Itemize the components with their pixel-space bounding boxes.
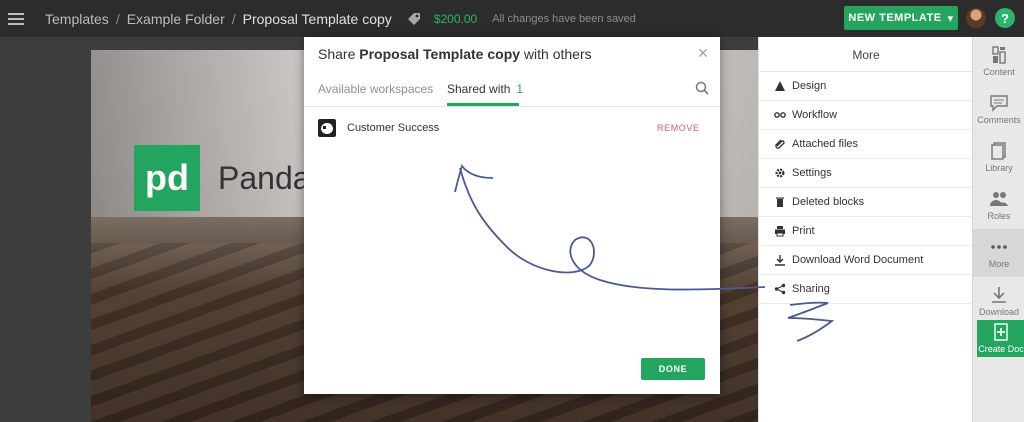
menu-item-deleted-blocks[interactable]: Deleted blocks — [759, 188, 973, 217]
download-icon — [992, 286, 1006, 303]
shared-count-badge: 1 — [516, 82, 524, 96]
breadcrumb-separator: / — [231, 10, 236, 27]
menu-item-label: Download Word Document — [792, 254, 924, 266]
content-icon — [992, 45, 1006, 64]
hamburger-menu-icon[interactable] — [8, 12, 24, 25]
dialog-title-prefix: Share — [318, 46, 356, 62]
menu-item-label: Print — [792, 225, 815, 237]
rail-label: Content — [983, 66, 1015, 77]
roles-icon — [990, 191, 1008, 206]
workflow-icon — [774, 112, 786, 118]
menu-item-print[interactable]: Print — [759, 217, 973, 246]
breadcrumb-example-folder[interactable]: Example Folder — [127, 11, 225, 27]
menu-item-design[interactable]: Design — [759, 72, 973, 101]
rail-label: Library — [985, 162, 1013, 173]
save-status: All changes have been saved — [492, 12, 636, 25]
breadcrumb-templates[interactable]: Templates — [45, 11, 109, 27]
new-template-button[interactable]: NEW TEMPLATE ▾ — [844, 6, 958, 30]
rail-label: Comments — [977, 114, 1021, 125]
menu-item-label: Sharing — [792, 283, 830, 295]
share-dialog: Share Proposal Template copy with others… — [304, 37, 720, 394]
caret-down-icon: ▾ — [947, 12, 954, 25]
done-button[interactable]: DONE — [641, 358, 705, 380]
menu-item-workflow[interactable]: Workflow — [759, 101, 973, 130]
search-icon[interactable] — [695, 81, 709, 95]
design-icon — [775, 81, 785, 91]
printer-icon — [775, 226, 785, 237]
tab-shared-with[interactable]: Shared with 1 — [447, 82, 523, 96]
right-rail: Content Comments Library Roles More Down… — [972, 37, 1024, 422]
remove-share-button[interactable]: REMOVE — [657, 123, 700, 133]
menu-item-settings[interactable]: Settings — [759, 159, 973, 188]
rail-item-content[interactable]: Content — [973, 37, 1024, 85]
top-bar: Templates / Example Folder / Proposal Te… — [0, 0, 1024, 37]
active-tab-indicator — [447, 103, 519, 106]
breadcrumb: Templates / Example Folder / Proposal Te… — [45, 11, 636, 27]
menu-item-attached-files[interactable]: Attached files — [759, 130, 973, 159]
new-document-icon — [994, 323, 1008, 341]
new-template-label: NEW TEMPLATE — [848, 12, 942, 24]
menu-item-label: Deleted blocks — [792, 196, 865, 208]
paperclip-icon — [775, 139, 785, 149]
menu-item-label: Settings — [792, 167, 832, 179]
rail-label: Roles — [987, 210, 1011, 221]
comments-icon — [990, 94, 1008, 112]
menu-item-label: Workflow — [792, 109, 838, 121]
workspace-avatar — [318, 119, 336, 137]
menu-item-download-word[interactable]: Download Word Document — [759, 246, 973, 275]
rail-item-download[interactable]: Download — [973, 277, 1024, 325]
tab-available-workspaces[interactable]: Available workspaces — [318, 82, 433, 96]
breadcrumb-separator: / — [115, 10, 120, 27]
dialog-tabs: Available workspaces Shared with 1 — [304, 77, 720, 107]
create-doc-label: Create Doc — [978, 344, 1024, 354]
pandadoc-logo: pd — [134, 145, 200, 211]
download-icon — [775, 255, 785, 266]
gear-icon — [775, 168, 785, 178]
trash-icon — [776, 197, 784, 207]
panel-title: More — [852, 48, 880, 62]
brand-text: Panda — [218, 160, 311, 196]
user-avatar[interactable] — [966, 8, 986, 28]
dialog-title-suffix: with others — [523, 46, 592, 62]
more-menu: Design Workflow Attached files Settings … — [759, 71, 973, 304]
create-doc-button[interactable]: Create Doc — [977, 320, 1024, 357]
rail-item-library[interactable]: Library — [973, 133, 1024, 181]
menu-item-label: Design — [792, 80, 827, 92]
menu-item-label: Attached files — [792, 138, 859, 150]
more-icon — [991, 244, 1007, 249]
list-item: Customer Success REMOVE — [318, 119, 708, 137]
rail-label: More — [988, 258, 1010, 269]
rail-label: Download — [978, 306, 1020, 317]
menu-item-sharing[interactable]: Sharing — [759, 275, 973, 304]
shared-workspace-name: Customer Success — [347, 122, 440, 134]
rail-item-more[interactable]: More — [973, 229, 1024, 277]
more-panel: More Design Workflow Attached files Sett… — [758, 37, 973, 422]
help-icon[interactable]: ? — [995, 8, 1015, 28]
dialog-title: Share Proposal Template copy with others — [318, 46, 592, 62]
close-icon[interactable]: × — [696, 44, 710, 62]
rail-item-roles[interactable]: Roles — [973, 181, 1024, 229]
document-title[interactable]: Proposal Template copy — [243, 11, 392, 27]
document-price: $200.00 — [433, 11, 478, 26]
library-icon — [991, 141, 1006, 160]
price-tag-icon — [407, 12, 420, 25]
dialog-title-document: Proposal Template copy — [359, 46, 521, 62]
share-icon — [774, 283, 786, 295]
rail-item-comments[interactable]: Comments — [973, 85, 1024, 133]
tab-shared-with-label: Shared with — [447, 82, 511, 96]
